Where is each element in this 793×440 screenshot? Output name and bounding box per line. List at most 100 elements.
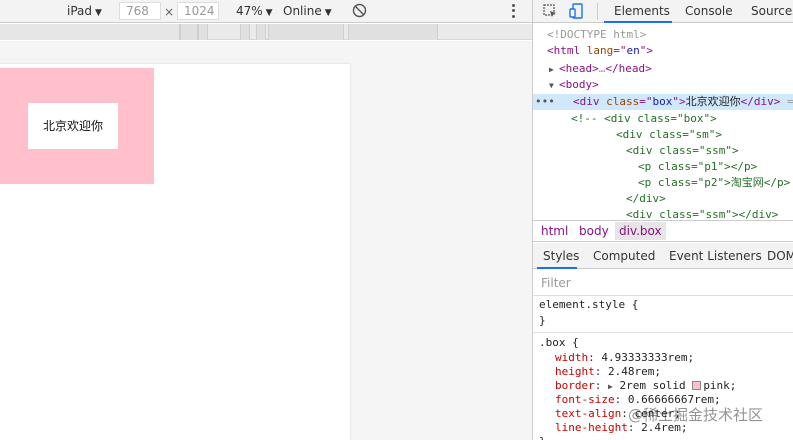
- tag-text: ">: [639, 44, 653, 57]
- tab-event-listeners[interactable]: Event Listeners: [669, 249, 762, 263]
- height-input[interactable]: 1024: [177, 2, 219, 20]
- attr-value: en: [626, 44, 640, 57]
- crumb-div-box[interactable]: div.box: [615, 222, 666, 240]
- tag-text: </div>: [740, 95, 781, 108]
- crumb-html[interactable]: html: [541, 224, 568, 238]
- body-node[interactable]: ▼ <body>: [549, 77, 599, 93]
- tag-text: <html: [547, 44, 581, 57]
- rotate-disabled-icon[interactable]: [352, 3, 367, 21]
- device-name: iPad: [67, 4, 93, 18]
- ruler-segment[interactable]: [348, 24, 438, 40]
- tab-computed[interactable]: Computed: [593, 249, 655, 263]
- network-value: Online: [283, 4, 322, 18]
- device-viewport: 北京欢迎你: [0, 41, 532, 440]
- ruler-segment[interactable]: [0, 24, 180, 40]
- tab-dom[interactable]: DOM: [767, 249, 793, 263]
- tag-text: =": [639, 95, 653, 108]
- devtools-panel: Elements Console Sources <!DOCTYPE html>…: [532, 0, 793, 440]
- dom-tree: <!DOCTYPE html> <html lang="en"> ▶ <head>…: [533, 24, 793, 220]
- prop-name: height: [555, 365, 595, 378]
- rule-close-brace: }: [539, 435, 546, 440]
- prop-name: border: [555, 379, 595, 392]
- watermark: @稀土掘金技术社区: [628, 406, 764, 424]
- styles-filter-input[interactable]: Filter: [533, 270, 793, 296]
- active-tab-indicator: [537, 267, 577, 269]
- toolbar-divider: [597, 3, 598, 20]
- styles-tabbar: Styles Computed Event Listeners DOM: [533, 243, 793, 269]
- tag-text: <div: [573, 95, 600, 108]
- comment-line[interactable]: <p class="p2">淘宝网</p>: [638, 175, 790, 191]
- devtools-tabbar: Elements Console Sources: [533, 0, 793, 23]
- prop-name: width: [555, 351, 589, 364]
- device-toggle-icon[interactable]: [569, 3, 583, 19]
- prop-value: 4.93333333rem;: [601, 351, 695, 364]
- pink-box: 北京欢迎你: [0, 68, 154, 184]
- doctype-line[interactable]: <!DOCTYPE html>: [547, 27, 646, 43]
- caret-down-icon: ▼: [95, 8, 102, 18]
- prop-value: pink;: [703, 379, 737, 392]
- prop-value: 2.48rem;: [608, 365, 661, 378]
- css-property-height[interactable]: height: 2.48rem;: [555, 365, 661, 379]
- rule-close-brace: }: [539, 314, 546, 327]
- head-node[interactable]: ▶ <head>…</head>: [549, 61, 652, 77]
- color-swatch[interactable]: [692, 381, 702, 390]
- tab-sources[interactable]: Sources: [751, 4, 793, 18]
- ruler-segment[interactable]: [240, 24, 250, 40]
- node-text: 北京欢迎你: [685, 95, 741, 108]
- tag-text: <head>: [559, 62, 599, 75]
- device-toolbar: iPad ▼ 768 × 1024 47% ▼ Online ▼: [0, 0, 532, 23]
- zoom-select[interactable]: 47% ▼: [236, 4, 273, 18]
- expand-triangle-icon[interactable]: ▶: [608, 382, 613, 391]
- caret-down-icon: ▼: [265, 8, 273, 18]
- css-property-width[interactable]: width: 4.93333333rem;: [555, 351, 694, 365]
- caret-down-icon: ▼: [324, 8, 332, 18]
- rule-divider: [533, 332, 793, 333]
- emulated-page: 北京欢迎你: [0, 64, 350, 440]
- prop-name: text-align: [555, 407, 622, 420]
- collapse-triangle-icon[interactable]: ▼: [549, 78, 559, 94]
- tab-console[interactable]: Console: [685, 4, 733, 18]
- more-options-icon[interactable]: [508, 3, 518, 19]
- ruler-segment[interactable]: [198, 24, 208, 40]
- dollar-zero-marker: ==: [786, 95, 793, 108]
- crumb-body[interactable]: body: [579, 224, 609, 238]
- comment-line[interactable]: <p class="p1"></p>: [638, 159, 757, 175]
- ruler-segment[interactable]: [268, 24, 344, 40]
- comment-line[interactable]: </div>: [626, 191, 666, 207]
- active-tab-indicator: [604, 21, 672, 23]
- times-sign: ×: [164, 5, 175, 19]
- tab-styles[interactable]: Styles: [543, 249, 579, 263]
- comment-line[interactable]: <!-- <div class="box">: [571, 111, 717, 127]
- inspect-element-icon[interactable]: [543, 4, 557, 18]
- comment-line[interactable]: <div class="ssm">: [626, 143, 739, 159]
- zoom-value: 47%: [236, 4, 263, 18]
- device-select[interactable]: iPad ▼: [67, 4, 102, 18]
- prop-value: 2rem solid: [619, 379, 686, 392]
- box-rule-selector[interactable]: .box {: [539, 336, 579, 350]
- attr-value: box: [652, 95, 673, 108]
- prop-name: font-size: [555, 393, 615, 406]
- ruler-segment[interactable]: [180, 24, 198, 40]
- selected-div-box-node[interactable]: ••• <div class="box">北京欢迎你</div> ==: [533, 94, 793, 110]
- tag-text: </head>: [605, 62, 652, 75]
- tag-text: <body>: [559, 78, 599, 91]
- breadcrumb: html body div.box: [533, 220, 793, 242]
- expand-triangle-icon[interactable]: ▶: [549, 62, 559, 78]
- css-property-border[interactable]: border: ▶ 2rem solid pink;: [555, 379, 736, 393]
- more-dots-icon[interactable]: •••: [535, 94, 555, 110]
- tag-text: =": [613, 44, 627, 57]
- attr-name: lang: [580, 44, 614, 57]
- media-query-ruler: [0, 24, 532, 40]
- box-content: 北京欢迎你: [28, 103, 118, 149]
- html-node[interactable]: <html lang="en">: [547, 43, 653, 59]
- tab-elements[interactable]: Elements: [614, 4, 670, 18]
- comment-line[interactable]: <div class="sm">: [616, 127, 722, 143]
- comment-line[interactable]: <div class="ssm"></div>: [626, 207, 778, 220]
- element-style-selector[interactable]: element.style {: [539, 298, 638, 312]
- prop-name: line-height: [555, 421, 628, 434]
- attr-name: class: [599, 95, 640, 108]
- network-select[interactable]: Online ▼: [283, 4, 332, 18]
- ruler-segment[interactable]: [256, 24, 266, 40]
- tag-text: ">: [672, 95, 686, 108]
- width-input[interactable]: 768: [119, 2, 161, 20]
